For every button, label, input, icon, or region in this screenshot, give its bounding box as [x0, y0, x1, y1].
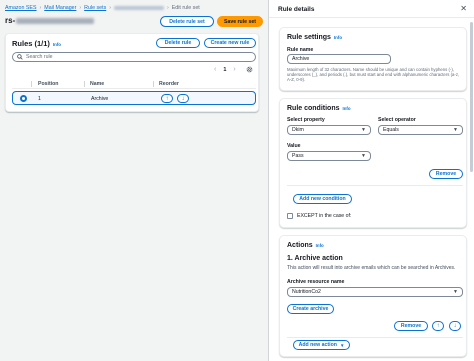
- archive-resource-label: Archive resource name: [287, 279, 345, 285]
- rule-name-input[interactable]: Archive: [287, 54, 391, 64]
- except-checkbox[interactable]: [287, 213, 293, 219]
- select-property-value: Dkim: [292, 127, 304, 133]
- rule-conditions-info-link[interactable]: Info: [343, 106, 351, 111]
- archive-resource-dropdown[interactable]: NutritionCo2: [287, 287, 463, 297]
- actions-heading: Actions: [287, 242, 313, 249]
- chevron-right-icon: ›: [79, 5, 82, 11]
- delete-rule-button[interactable]: Delete rule: [156, 38, 200, 48]
- except-label: EXCEPT in the case of:: [297, 213, 352, 219]
- table-row[interactable]: 1 Archive ↑ ↓: [12, 91, 256, 105]
- chevron-right-icon: ›: [39, 5, 42, 11]
- previous-page-icon[interactable]: ‹: [214, 66, 216, 73]
- breadcrumb-redacted-rule-set[interactable]: [114, 6, 164, 10]
- rule-name-label: Rule name: [287, 47, 314, 53]
- rule-details-header: Rule details ✕: [269, 0, 474, 18]
- move-action-up-button[interactable]: ↑: [432, 321, 444, 331]
- column-divider: [153, 81, 154, 87]
- divider: [287, 337, 463, 338]
- actions-card: Actions Info 1. Archive action This actio…: [279, 235, 467, 357]
- rule-conditions-heading: Rule conditions: [287, 105, 340, 112]
- row-position: 1: [38, 96, 41, 102]
- select-property-label: Select property: [287, 117, 325, 123]
- save-rule-set-button[interactable]: Save rule set: [217, 16, 263, 27]
- rule-settings-card: Rule settings Info Rule name Archive Maxi…: [279, 27, 467, 91]
- page-title-prefix: rs-: [5, 16, 16, 25]
- pagination: ‹ 1 ›: [214, 66, 253, 73]
- value-label: Value: [287, 143, 301, 149]
- value-dropdown-value: Pass: [292, 153, 304, 159]
- breadcrumb-rule-sets[interactable]: Rule sets: [84, 5, 106, 11]
- rules-info-link[interactable]: Info: [53, 42, 61, 47]
- search-icon: [17, 54, 23, 60]
- select-property-dropdown[interactable]: Dkim: [287, 125, 371, 135]
- chevron-right-icon: ›: [109, 5, 111, 11]
- page-header: rs- Delete rule set Save rule set: [5, 15, 263, 27]
- page-title: rs-: [5, 16, 95, 25]
- search-rule-field[interactable]: [12, 52, 256, 62]
- column-header-position[interactable]: Position: [38, 81, 58, 87]
- column-header-name[interactable]: Name: [90, 81, 104, 87]
- row-select-radio[interactable]: [20, 95, 27, 102]
- move-up-button[interactable]: ↑: [161, 94, 173, 103]
- column-divider: [31, 81, 32, 87]
- scrollbar[interactable]: [470, 22, 473, 172]
- delete-rule-set-button[interactable]: Delete rule set: [160, 16, 214, 27]
- value-dropdown[interactable]: Pass: [287, 151, 371, 161]
- page-title-redacted: [16, 17, 95, 24]
- actions-title: Actions Info: [287, 242, 324, 249]
- close-icon[interactable]: ✕: [460, 4, 467, 13]
- create-new-rule-button[interactable]: Create new rule: [204, 38, 256, 48]
- archive-resource-value: NutritionCo2: [292, 289, 321, 295]
- move-down-button[interactable]: ↓: [177, 94, 189, 103]
- rule-settings-info-link[interactable]: Info: [334, 35, 342, 40]
- breadcrumb-mail-manager[interactable]: Mail Manager: [44, 5, 76, 11]
- rules-count-title: Rules (1/1): [12, 39, 50, 48]
- arrow-up-icon: ↑: [165, 95, 169, 102]
- create-archive-button[interactable]: Create archive: [287, 304, 334, 314]
- rule-details-title: Rule details: [278, 6, 315, 13]
- rules-panel-title: Rules (1/1) Info: [12, 39, 61, 48]
- next-page-icon[interactable]: ›: [233, 66, 235, 73]
- rule-settings-heading: Rule settings: [287, 34, 331, 41]
- search-rule-input[interactable]: [26, 54, 226, 60]
- arrow-down-icon: ↓: [453, 323, 457, 329]
- archive-action-description: This action will result into archive ema…: [287, 265, 456, 271]
- actions-info-link[interactable]: Info: [316, 243, 324, 248]
- breadcrumb-current: Edit rule set: [171, 5, 200, 11]
- breadcrumb-amazon-ses[interactable]: Amazon SES: [5, 5, 37, 11]
- rule-settings-title: Rule settings Info: [287, 34, 342, 41]
- select-operator-value: Equals: [383, 127, 399, 133]
- rule-details-panel: Rule details ✕ Rule settings Info Rule na…: [268, 0, 474, 361]
- remove-action-button[interactable]: Remove: [394, 321, 428, 331]
- move-action-down-button[interactable]: ↓: [449, 321, 461, 331]
- arrow-up-icon: ↑: [436, 323, 440, 329]
- select-operator-label: Select operator: [378, 117, 416, 123]
- select-operator-dropdown[interactable]: Equals: [378, 125, 463, 135]
- column-divider: [84, 81, 85, 87]
- main-pane: Amazon SES › Mail Manager › Rule sets › …: [0, 0, 266, 361]
- rule-conditions-title: Rule conditions Info: [287, 105, 351, 112]
- rules-panel: Rules (1/1) Info Delete rule Create new r…: [5, 33, 259, 112]
- add-new-action-label: Add new action: [298, 342, 337, 348]
- breadcrumb: Amazon SES › Mail Manager › Rule sets › …: [5, 4, 200, 12]
- rule-name-hint: Maximum length of 32 characters. Name sh…: [287, 67, 460, 82]
- column-header-reorder[interactable]: Reorder: [159, 81, 179, 87]
- remove-condition-button[interactable]: Remove: [429, 169, 463, 179]
- chevron-right-icon: ›: [167, 5, 169, 11]
- gear-icon[interactable]: [246, 66, 253, 73]
- add-new-condition-button[interactable]: Add new condition: [293, 194, 352, 204]
- rules-table-header: Position Name Reorder: [12, 79, 256, 89]
- current-page-number[interactable]: 1: [223, 67, 226, 73]
- add-new-action-button[interactable]: Add new action ▼: [293, 340, 350, 350]
- caret-down-icon: ▼: [339, 342, 345, 348]
- row-name: Archive: [91, 96, 109, 102]
- arrow-down-icon: ↓: [181, 95, 185, 102]
- divider: [287, 185, 463, 186]
- archive-action-title: 1. Archive action: [287, 255, 343, 262]
- rule-conditions-card: Rule conditions Info Select property Dkim…: [279, 98, 467, 228]
